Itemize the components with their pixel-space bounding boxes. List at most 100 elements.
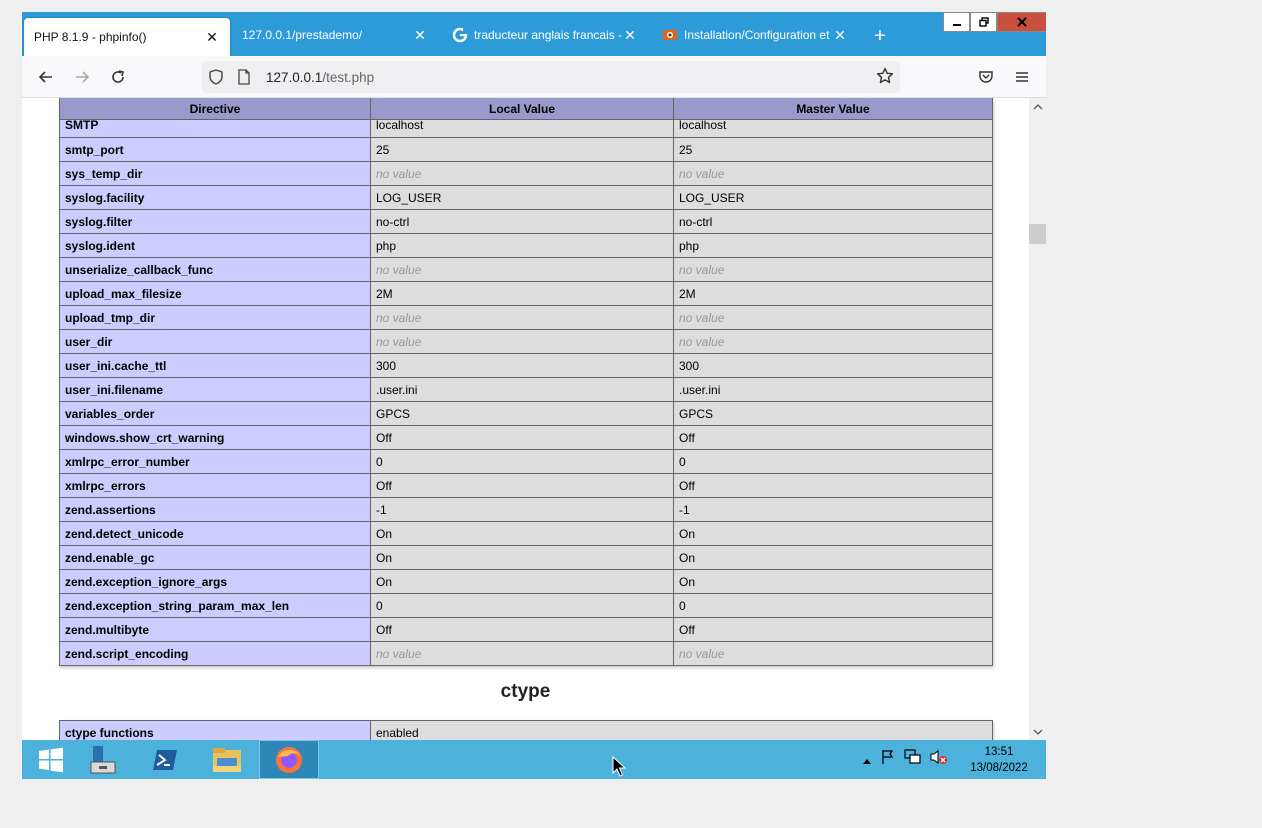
page-icon[interactable] <box>230 61 258 93</box>
table-row: zend.enable_gc On On <box>59 545 993 570</box>
scrollbar-thumb[interactable] <box>1029 224 1046 244</box>
master-value-cell: no value <box>673 641 993 666</box>
window-controls <box>943 12 1046 32</box>
windows-logo-icon <box>39 747 63 772</box>
value-cell: enabled <box>370 720 993 740</box>
local-value-cell: Off <box>370 425 674 450</box>
back-button[interactable] <box>34 65 58 89</box>
local-value-cell: no value <box>370 641 674 666</box>
table-row: smtp_port 25 25 <box>59 137 993 162</box>
taskbar-clock[interactable]: 13:51 13/08/2022 <box>960 744 1038 776</box>
action-center-flag-icon[interactable] <box>880 749 896 770</box>
powershell-button[interactable] <box>136 740 194 779</box>
restore-button[interactable] <box>970 12 997 32</box>
firefox-icon <box>276 746 302 773</box>
server-manager-button[interactable] <box>74 740 132 779</box>
directive-cell: SMTP <box>59 119 371 138</box>
close-icon[interactable]: ✕ <box>412 27 428 43</box>
powershell-icon <box>153 749 177 770</box>
scroll-down-arrow-icon[interactable] <box>1029 723 1046 740</box>
master-value-cell: .user.ini <box>673 377 993 402</box>
table-row: zend.detect_unicode On On <box>59 521 993 546</box>
directive-cell: zend.script_encoding <box>59 641 371 666</box>
directive-cell: zend.exception_ignore_args <box>59 569 371 594</box>
forward-button[interactable] <box>70 65 94 89</box>
table-row: user_dir no value no value <box>59 329 993 354</box>
tab-translator[interactable]: traducteur anglais francais - G ✕ <box>442 18 648 52</box>
master-value-cell: On <box>673 521 993 546</box>
table-row: user_ini.cache_ttl 300 300 <box>59 353 993 378</box>
vertical-scrollbar[interactable] <box>1029 98 1046 740</box>
master-value-cell: On <box>673 569 993 594</box>
tab-prestademo[interactable]: 127.0.0.1/prestademo/ ✕ <box>232 18 438 52</box>
directive-cell: windows.show_crt_warning <box>59 425 371 450</box>
tab-title: 127.0.0.1/prestademo/ <box>242 28 363 42</box>
directive-cell: zend.exception_string_param_max_len <box>59 593 371 618</box>
local-value-cell: no value <box>370 329 674 354</box>
local-value-cell: 300 <box>370 353 674 378</box>
table-row: xmlrpc_error_number 0 0 <box>59 449 993 474</box>
master-value-cell: php <box>673 233 993 258</box>
table-row: syslog.facility LOG_USER LOG_USER <box>59 185 993 210</box>
master-value-cell: localhost <box>673 119 993 138</box>
reload-button[interactable] <box>106 65 130 89</box>
local-value-cell: 0 <box>370 593 674 618</box>
column-header-directive: Directive <box>59 98 371 120</box>
master-value-cell: Off <box>673 617 993 642</box>
master-value-cell: 300 <box>673 353 993 378</box>
local-value-cell: .user.ini <box>370 377 674 402</box>
table-row: unserialize_callback_func no value no valu… <box>59 257 993 282</box>
server-manager-icon <box>90 745 116 773</box>
pocket-button[interactable] <box>974 65 998 89</box>
master-value-cell: On <box>673 545 993 570</box>
pocket-icon <box>979 71 993 83</box>
firefox-button[interactable] <box>259 740 319 779</box>
table-row: sys_temp_dir no value no value <box>59 161 993 186</box>
local-value-cell: no-ctrl <box>370 209 674 234</box>
close-icon[interactable]: ✕ <box>204 29 220 45</box>
network-icon[interactable] <box>904 749 922 770</box>
directive-cell: smtp_port <box>59 137 371 162</box>
close-icon[interactable]: ✕ <box>832 27 848 43</box>
master-value-cell: 0 <box>673 449 993 474</box>
directive-cell: zend.multibyte <box>59 617 371 642</box>
table-row: syslog.filter no-ctrl no-ctrl <box>59 209 993 234</box>
scroll-up-arrow-icon[interactable] <box>1029 98 1046 115</box>
local-value-cell: On <box>370 569 674 594</box>
directive-cell: syslog.ident <box>59 233 371 258</box>
start-button[interactable] <box>22 740 80 779</box>
back-arrow-icon <box>38 71 52 83</box>
directive-cell: xmlrpc_errors <box>59 473 371 498</box>
directive-cell: zend.detect_unicode <box>59 521 371 546</box>
page-content: Directive Local Value Master Value SMTP … <box>22 98 1029 740</box>
master-value-cell: no-ctrl <box>673 209 993 234</box>
close-icon[interactable]: ✕ <box>622 27 638 43</box>
directive-cell: zend.assertions <box>59 497 371 522</box>
directive-cell: user_ini.filename <box>59 377 371 402</box>
local-value-cell: 25 <box>370 137 674 162</box>
close-window-button[interactable] <box>997 12 1046 32</box>
bookmark-star-icon[interactable] <box>876 67 894 90</box>
local-value-cell: no value <box>370 305 674 330</box>
master-value-cell: no value <box>673 305 993 330</box>
minimize-button[interactable] <box>943 12 970 32</box>
shield-icon[interactable] <box>202 61 230 93</box>
system-tray <box>862 740 948 779</box>
directive-cell: syslog.filter <box>59 209 371 234</box>
nav-toolbar: 127.0.0.1/test.php <box>22 56 1046 98</box>
tray-expand-icon[interactable] <box>862 751 872 769</box>
master-value-cell: no value <box>673 161 993 186</box>
directive-cell: syslog.facility <box>59 185 371 210</box>
tab-installation[interactable]: Installation/Configuration et ✕ <box>652 18 858 52</box>
volume-muted-icon[interactable] <box>930 749 948 770</box>
url-bar[interactable]: 127.0.0.1/test.php <box>202 61 900 93</box>
table-row: zend.assertions -1 -1 <box>59 497 993 522</box>
local-value-cell: php <box>370 233 674 258</box>
file-explorer-button[interactable] <box>198 740 256 779</box>
tab-phpinfo[interactable]: PHP 8.1.9 - phpinfo() ✕ <box>24 18 230 56</box>
url-text[interactable]: 127.0.0.1/test.php <box>266 70 374 85</box>
menu-button[interactable] <box>1010 65 1034 89</box>
table-row: zend.exception_ignore_args On On <box>59 569 993 594</box>
new-tab-button[interactable]: + <box>868 24 892 48</box>
master-value-cell: -1 <box>673 497 993 522</box>
